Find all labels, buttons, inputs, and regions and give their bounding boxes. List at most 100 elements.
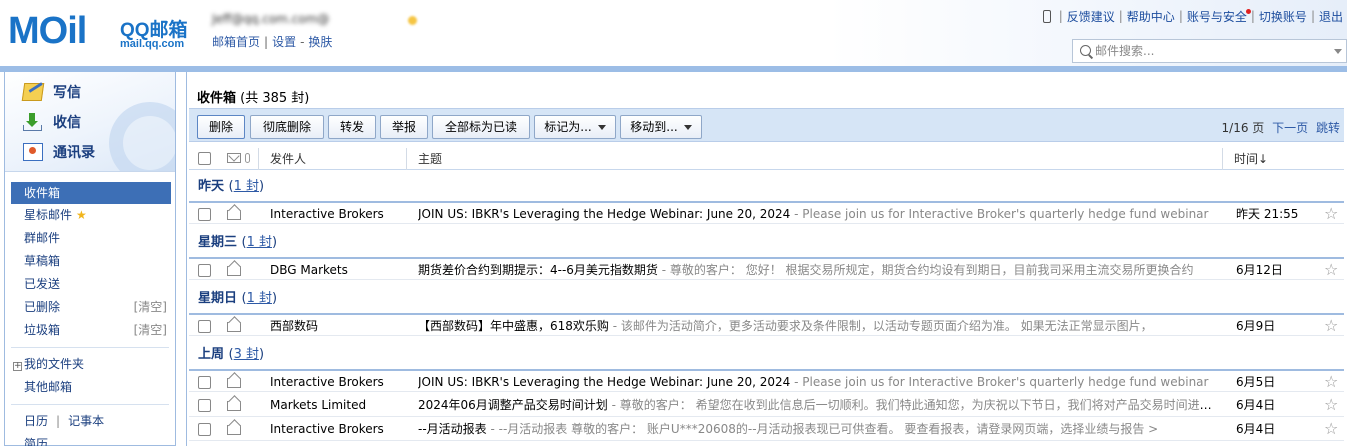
sidebar-divider xyxy=(11,404,169,405)
mail-checkbox[interactable] xyxy=(198,399,211,412)
star-outline-icon[interactable]: ☆ xyxy=(1324,315,1340,337)
mark-all-read-button[interactable]: 全部标为已读 xyxy=(432,115,530,139)
mail-row[interactable]: Interactive Brokers --月活动报表 - --月活动报表 尊敬… xyxy=(189,418,1344,441)
page-title: 收件箱 (共 385 封) xyxy=(197,87,309,106)
sidebar-item-group-mail[interactable]: 群邮件 xyxy=(5,227,175,250)
subject-column-header[interactable]: 主题 xyxy=(418,148,442,170)
quick-links: 邮箱首页 | 设置 - 换肤 xyxy=(212,35,333,49)
star-outline-icon[interactable]: ☆ xyxy=(1324,418,1340,440)
star-outline-icon[interactable]: ☆ xyxy=(1324,371,1340,393)
star-outline-icon[interactable]: ☆ xyxy=(1324,394,1340,416)
skin-link[interactable]: 换肤 xyxy=(308,35,332,49)
mail-sender: Markets Limited xyxy=(270,398,367,412)
inbox-count: (共 385 封) xyxy=(240,91,310,106)
group-header-yesterday: 昨天 (1 封) xyxy=(198,179,265,194)
contacts-button[interactable]: 通讯录 xyxy=(23,141,95,163)
mail-checkbox[interactable] xyxy=(198,320,211,333)
jump-page-link[interactable]: 跳转 xyxy=(1316,121,1340,135)
receive-label: 收信 xyxy=(53,115,81,131)
mail-search-input[interactable] xyxy=(1095,42,1325,60)
read-envelope-icon xyxy=(227,322,241,332)
sidebar-item-tools: 日历 | 记事本 xyxy=(24,414,105,428)
read-envelope-icon xyxy=(227,425,241,435)
sidebar-item-spam[interactable]: 垃圾箱 [清空] xyxy=(5,319,175,342)
mail-home-link[interactable]: 邮箱首页 xyxy=(212,35,260,49)
sender-column-header[interactable]: 发件人 xyxy=(270,148,306,170)
envelope-icon xyxy=(227,153,241,163)
phone-icon[interactable] xyxy=(1042,9,1051,23)
feedback-link[interactable]: 反馈建议 xyxy=(1063,8,1119,25)
mail-date: 昨天 21:55 xyxy=(1236,207,1299,221)
permanent-delete-button[interactable]: 彻底删除 xyxy=(250,115,324,139)
sidebar-item-label: 垃圾箱 xyxy=(24,323,61,337)
logo-mail-text: MOil xyxy=(8,10,87,52)
mail-subject: JOIN US: IBKR's Leveraging the Hedge Web… xyxy=(418,371,1218,393)
mail-preview: - 该邮件为活动简介，更多活动要求及条件限制，以活动专题页面介绍为准。 如果无法… xyxy=(608,319,1153,333)
sidebar-item-my-folders[interactable]: + 我的文件夹 xyxy=(5,353,175,376)
calendar-link[interactable]: 日历 xyxy=(24,414,48,428)
chevron-down-icon xyxy=(597,125,606,130)
sidebar-item-drafts[interactable]: 草稿箱 xyxy=(5,250,175,273)
notes-link[interactable]: 记事本 xyxy=(68,414,104,428)
mail-toolbar: 删除 彻底删除 转发 举报 全部标为已读 标记为... 移动到... 1/16 … xyxy=(189,108,1344,142)
help-link[interactable]: 帮助中心 xyxy=(1123,8,1179,25)
column-divider xyxy=(258,148,259,170)
expand-icon[interactable]: + xyxy=(13,362,22,371)
mail-checkbox[interactable] xyxy=(198,264,211,277)
select-all-checkbox[interactable] xyxy=(198,152,211,165)
mail-row[interactable]: Interactive Brokers JOIN US: IBKR's Leve… xyxy=(189,201,1344,224)
qq-mail-logo[interactable]: MOil QQ邮箱 mail.qq.com xyxy=(8,10,193,52)
forward-button[interactable]: 转发 xyxy=(328,115,376,139)
switch-account-link[interactable]: 切换账号 xyxy=(1255,8,1311,25)
top-header: MOil QQ邮箱 mail.qq.com Jeff@qq.com.com@ 邮… xyxy=(0,0,1347,68)
mail-subject: --月活动报表 - --月活动报表 尊敬的客户： 账户U***20608的--月… xyxy=(418,418,1218,440)
mail-row[interactable]: 西部数码 【西部数码】年中盛惠，618欢乐购 - 该邮件为活动简介，更多活动要求… xyxy=(189,313,1344,336)
sidebar-item-deleted[interactable]: 已删除 [清空] xyxy=(5,296,175,319)
mail-row[interactable]: Interactive Brokers JOIN US: IBKR's Leve… xyxy=(189,369,1344,392)
group-count-link[interactable]: 3 封 xyxy=(234,347,259,362)
mail-checkbox[interactable] xyxy=(198,208,211,221)
read-envelope-icon xyxy=(227,401,241,411)
sidebar-item-starred[interactable]: 星标邮件 ★ xyxy=(5,204,175,227)
mail-subject: JOIN US: IBKR's Leveraging the Hedge Web… xyxy=(418,203,1218,225)
mark-as-dropdown[interactable]: 标记为... xyxy=(534,115,616,139)
mail-sender: DBG Markets xyxy=(270,263,348,277)
mail-subject-title: JOIN US: IBKR's Leveraging the Hedge Web… xyxy=(418,375,791,389)
mail-row[interactable]: Markets Limited 2024年06月调整产品交易时间计划 - 尊敬的… xyxy=(189,394,1344,417)
sidebar-item-inbox[interactable]: 收件箱 xyxy=(11,182,171,204)
mail-row[interactable]: DBG Markets 期货差价合约到期提示：4--6月美元指数期货 - 尊敬的… xyxy=(189,257,1344,280)
report-button[interactable]: 举报 xyxy=(380,115,428,139)
mail-search-box[interactable] xyxy=(1072,39,1347,63)
group-label: 上周 xyxy=(198,347,225,362)
compose-button[interactable]: 写信 xyxy=(21,81,81,103)
clear-deleted-link[interactable]: [清空] xyxy=(134,296,167,319)
sidebar-item-resume[interactable]: 简历 xyxy=(5,433,175,446)
star-outline-icon[interactable]: ☆ xyxy=(1324,203,1340,225)
mail-checkbox[interactable] xyxy=(198,376,211,389)
mail-date: 6月5日 xyxy=(1236,375,1276,389)
receive-button[interactable]: 收信 xyxy=(23,111,81,133)
time-column-header[interactable]: 时间↓ xyxy=(1234,148,1268,170)
search-dropdown-icon[interactable] xyxy=(1334,49,1342,54)
sidebar-item-label: 已删除 xyxy=(24,300,61,314)
mail-preview: - --月活动报表 尊敬的客户： 账户U***20608的--月活动报表现已可供… xyxy=(486,422,1159,436)
group-count-link[interactable]: 1 封 xyxy=(234,179,259,194)
settings-link[interactable]: 设置 xyxy=(272,35,296,49)
star-outline-icon[interactable]: ☆ xyxy=(1324,259,1340,281)
delete-button[interactable]: 删除 xyxy=(197,115,245,139)
mail-checkbox[interactable] xyxy=(198,423,211,436)
sidebar-item-label: 我的文件夹 xyxy=(24,357,85,371)
group-count-link[interactable]: 1 封 xyxy=(247,291,272,306)
clear-spam-link[interactable]: [清空] xyxy=(134,319,167,342)
mail-date: 6月12日 xyxy=(1236,263,1283,277)
account-security-link[interactable]: 账号与安全 xyxy=(1183,8,1251,25)
attachment-icon xyxy=(245,153,250,163)
sidebar-item-sent[interactable]: 已发送 xyxy=(5,273,175,296)
logout-link[interactable]: 退出 xyxy=(1315,8,1347,25)
sidebar-item-other-mail[interactable]: 其他邮箱 xyxy=(5,376,175,399)
column-header: 发件人 主题 时间↓ xyxy=(189,148,1344,170)
next-page-link[interactable]: 下一页 xyxy=(1272,121,1308,135)
move-to-dropdown[interactable]: 移动到... xyxy=(620,115,702,139)
group-count-link[interactable]: 1 封 xyxy=(247,235,272,250)
star-icon: ★ xyxy=(76,208,87,222)
